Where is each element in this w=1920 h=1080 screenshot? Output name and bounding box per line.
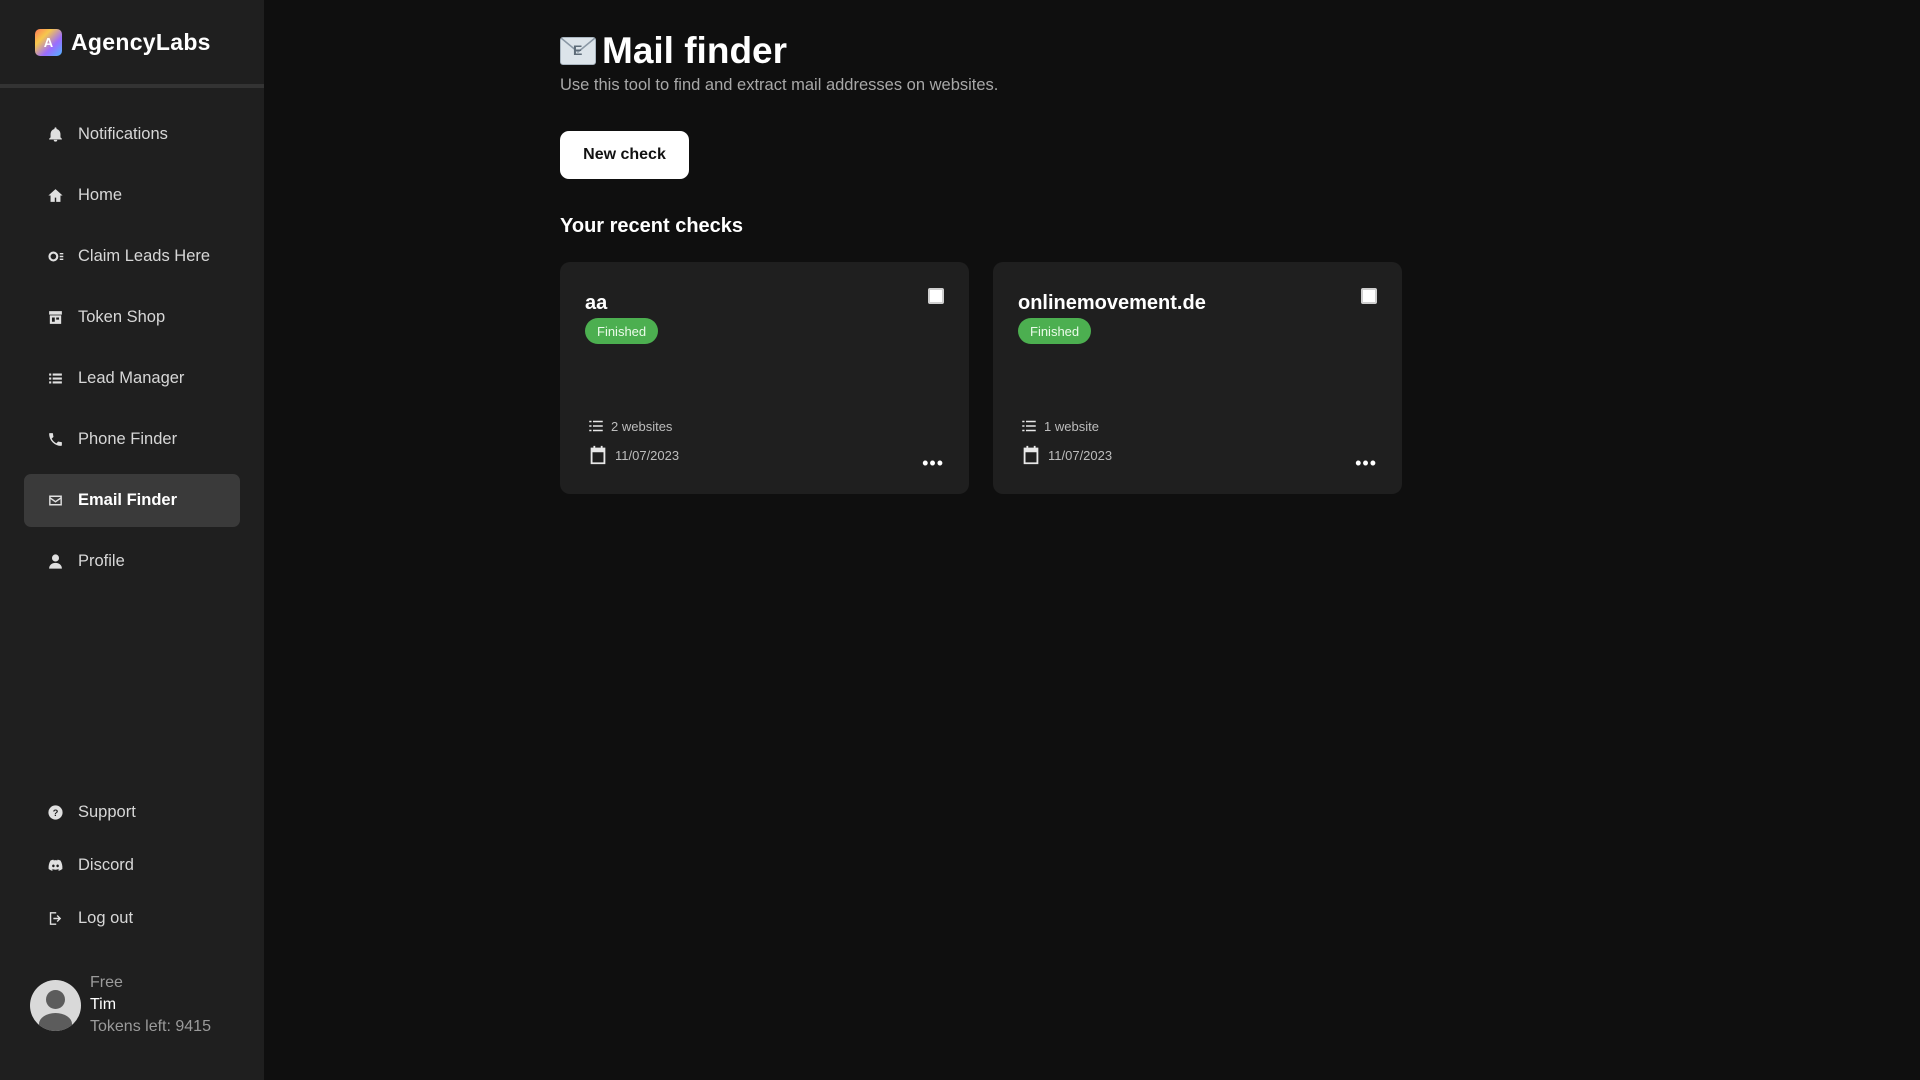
sidebar-item-label: Email Finder: [78, 491, 178, 509]
calendar-icon: [590, 445, 606, 465]
user-tokens: Tokens left: 9415: [90, 1018, 211, 1035]
help-icon: ?: [46, 804, 64, 822]
list-icon: [1022, 420, 1036, 432]
bell-icon: [46, 126, 64, 144]
sidebar-item-notifications[interactable]: Notifications: [24, 108, 240, 161]
sidebar-item-label: Discord: [78, 856, 134, 874]
sidebar-item-support[interactable]: ? Support: [24, 786, 240, 839]
sidebar-item-label: Profile: [78, 552, 125, 570]
select-checkbox[interactable]: [1361, 288, 1377, 304]
sidebar-item-label: Lead Manager: [78, 369, 185, 387]
page-subtitle: Use this tool to find and extract mail a…: [560, 76, 999, 94]
envelope-icon: E: [560, 37, 596, 65]
page-title: Mail finder: [602, 30, 788, 71]
more-options-icon[interactable]: •••: [1355, 454, 1377, 472]
sidebar-item-phone-finder[interactable]: Phone Finder: [24, 413, 240, 466]
sidebar-item-label: Claim Leads Here: [78, 247, 211, 265]
list-icon: [589, 420, 603, 432]
sidebar-item-label: Support: [78, 803, 136, 821]
store-icon: [46, 309, 64, 327]
sidebar-item-label: Home: [78, 186, 123, 204]
sites-count: 2 websites: [587, 417, 672, 435]
svg-text:?: ?: [52, 808, 58, 818]
calendar-icon: [1023, 445, 1039, 465]
new-check-button[interactable]: New check: [560, 131, 689, 179]
status-badge: Finished: [585, 318, 659, 344]
phone-icon: [46, 431, 64, 449]
recent-checks-list: aa Finished 2 websites 11/07/2023 ••• on…: [560, 262, 1402, 494]
user-plan: Free: [90, 974, 123, 991]
sidebar-item-token-shop[interactable]: Token Shop: [24, 291, 240, 344]
list-icon: [46, 370, 64, 388]
select-checkbox[interactable]: [928, 288, 944, 304]
main-content: E Mail finder Use this tool to find and …: [264, 0, 1920, 1080]
logout-icon: [46, 910, 64, 928]
brand-name: AgencyLabs: [71, 28, 211, 55]
recent-checks-title: Your recent checks: [560, 215, 744, 237]
sidebar-item-home[interactable]: Home: [24, 169, 240, 222]
check-card[interactable]: onlinemovement.de Finished 1 website 11/…: [993, 262, 1402, 494]
sidebar-nav: Notifications Home Claim Leads Here Toke…: [0, 88, 264, 588]
brand[interactable]: A AgencyLabs: [0, 0, 264, 88]
more-options-icon[interactable]: •••: [922, 454, 944, 472]
sidebar-item-discord[interactable]: Discord: [24, 839, 240, 892]
sidebar-bottom-nav: ? Support Discord Log out: [24, 786, 240, 945]
sidebar-item-claim-leads[interactable]: Claim Leads Here: [24, 230, 240, 283]
check-date-text: 11/07/2023: [1048, 447, 1113, 463]
check-title: onlinemovement.de: [1018, 292, 1206, 314]
status-badge: Finished: [1018, 318, 1092, 344]
check-date: 11/07/2023: [587, 444, 679, 466]
app: A AgencyLabs Notifications Home Claim Le…: [0, 0, 1920, 1080]
sidebar-item-profile[interactable]: Profile: [24, 535, 240, 588]
sites-count-text: 2 websites: [611, 418, 673, 434]
claim-icon: [46, 248, 64, 266]
sites-count: 1 website: [1020, 417, 1099, 435]
user-name: Tim: [90, 996, 117, 1013]
check-date: 11/07/2023: [1020, 444, 1112, 466]
sidebar-item-label: Phone Finder: [78, 430, 178, 448]
sidebar-item-logout[interactable]: Log out: [24, 892, 240, 945]
home-icon: [46, 187, 64, 205]
sites-count-text: 1 website: [1044, 418, 1099, 434]
brand-logo-icon: A: [35, 28, 62, 56]
sidebar-item-label: Log out: [78, 909, 134, 927]
sidebar-item-label: Token Shop: [78, 308, 166, 326]
avatar: [30, 979, 81, 1031]
discord-icon: [46, 857, 64, 875]
check-date-text: 11/07/2023: [615, 447, 680, 463]
user-profile[interactable]: Free Tim Tokens left: 9415: [30, 974, 211, 1036]
check-card[interactable]: aa Finished 2 websites 11/07/2023 •••: [560, 262, 969, 494]
mail-icon: [46, 492, 64, 510]
sidebar: A AgencyLabs Notifications Home Claim Le…: [0, 0, 264, 1080]
sidebar-item-label: Notifications: [78, 125, 168, 143]
user-icon: [46, 553, 64, 571]
check-title: aa: [585, 292, 608, 314]
sidebar-item-lead-manager[interactable]: Lead Manager: [24, 352, 240, 405]
sidebar-item-email-finder[interactable]: Email Finder: [24, 474, 240, 527]
